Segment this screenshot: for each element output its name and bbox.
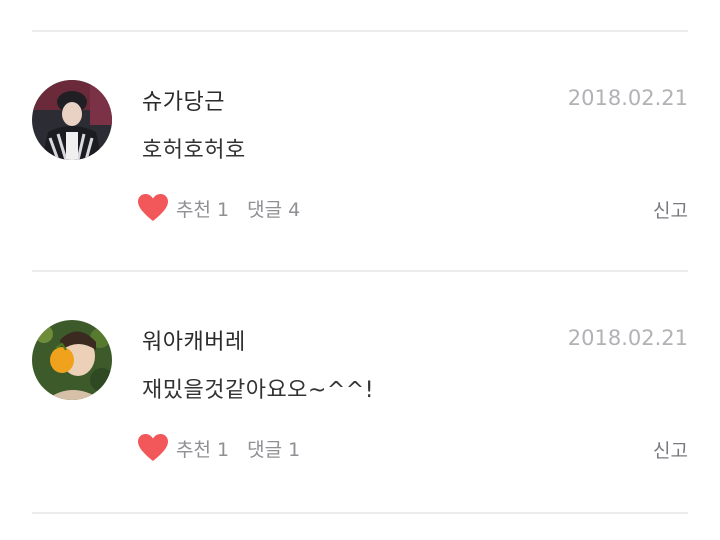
comment-item: 워아캐버레 2018.02.21 재밌을것같아요오~^^! 추천 1 댓글 1 … bbox=[0, 272, 720, 512]
avatar[interactable] bbox=[32, 80, 112, 160]
divider bbox=[32, 512, 688, 514]
report-button[interactable]: 신고 bbox=[653, 436, 688, 463]
comment-item: 슈가당근 2018.02.21 호허호허호 추천 1 댓글 4 신고 bbox=[0, 32, 720, 272]
avatar-image bbox=[32, 320, 112, 400]
recommend-button[interactable]: 추천 1 bbox=[176, 195, 229, 222]
comment-author[interactable]: 워아캐버레 bbox=[142, 324, 246, 356]
avatar[interactable] bbox=[32, 320, 112, 400]
heart-icon[interactable] bbox=[138, 434, 168, 462]
comment-actions: 추천 1 댓글 1 bbox=[138, 432, 300, 464]
reply-button[interactable]: 댓글 4 bbox=[247, 195, 300, 222]
reply-button[interactable]: 댓글 1 bbox=[247, 435, 300, 462]
comment-date: 2018.02.21 bbox=[567, 86, 688, 110]
comment-actions: 추천 1 댓글 4 bbox=[138, 192, 300, 224]
comment-text: 재밌을것같아요오~^^! bbox=[142, 378, 375, 403]
heart-icon[interactable] bbox=[138, 194, 168, 222]
report-button[interactable]: 신고 bbox=[653, 196, 688, 223]
comment-date: 2018.02.21 bbox=[567, 326, 688, 350]
recommend-button[interactable]: 추천 1 bbox=[176, 435, 229, 462]
comment-author[interactable]: 슈가당근 bbox=[142, 84, 225, 116]
avatar-image bbox=[32, 80, 112, 160]
comment-text: 호허호허호 bbox=[142, 138, 246, 163]
